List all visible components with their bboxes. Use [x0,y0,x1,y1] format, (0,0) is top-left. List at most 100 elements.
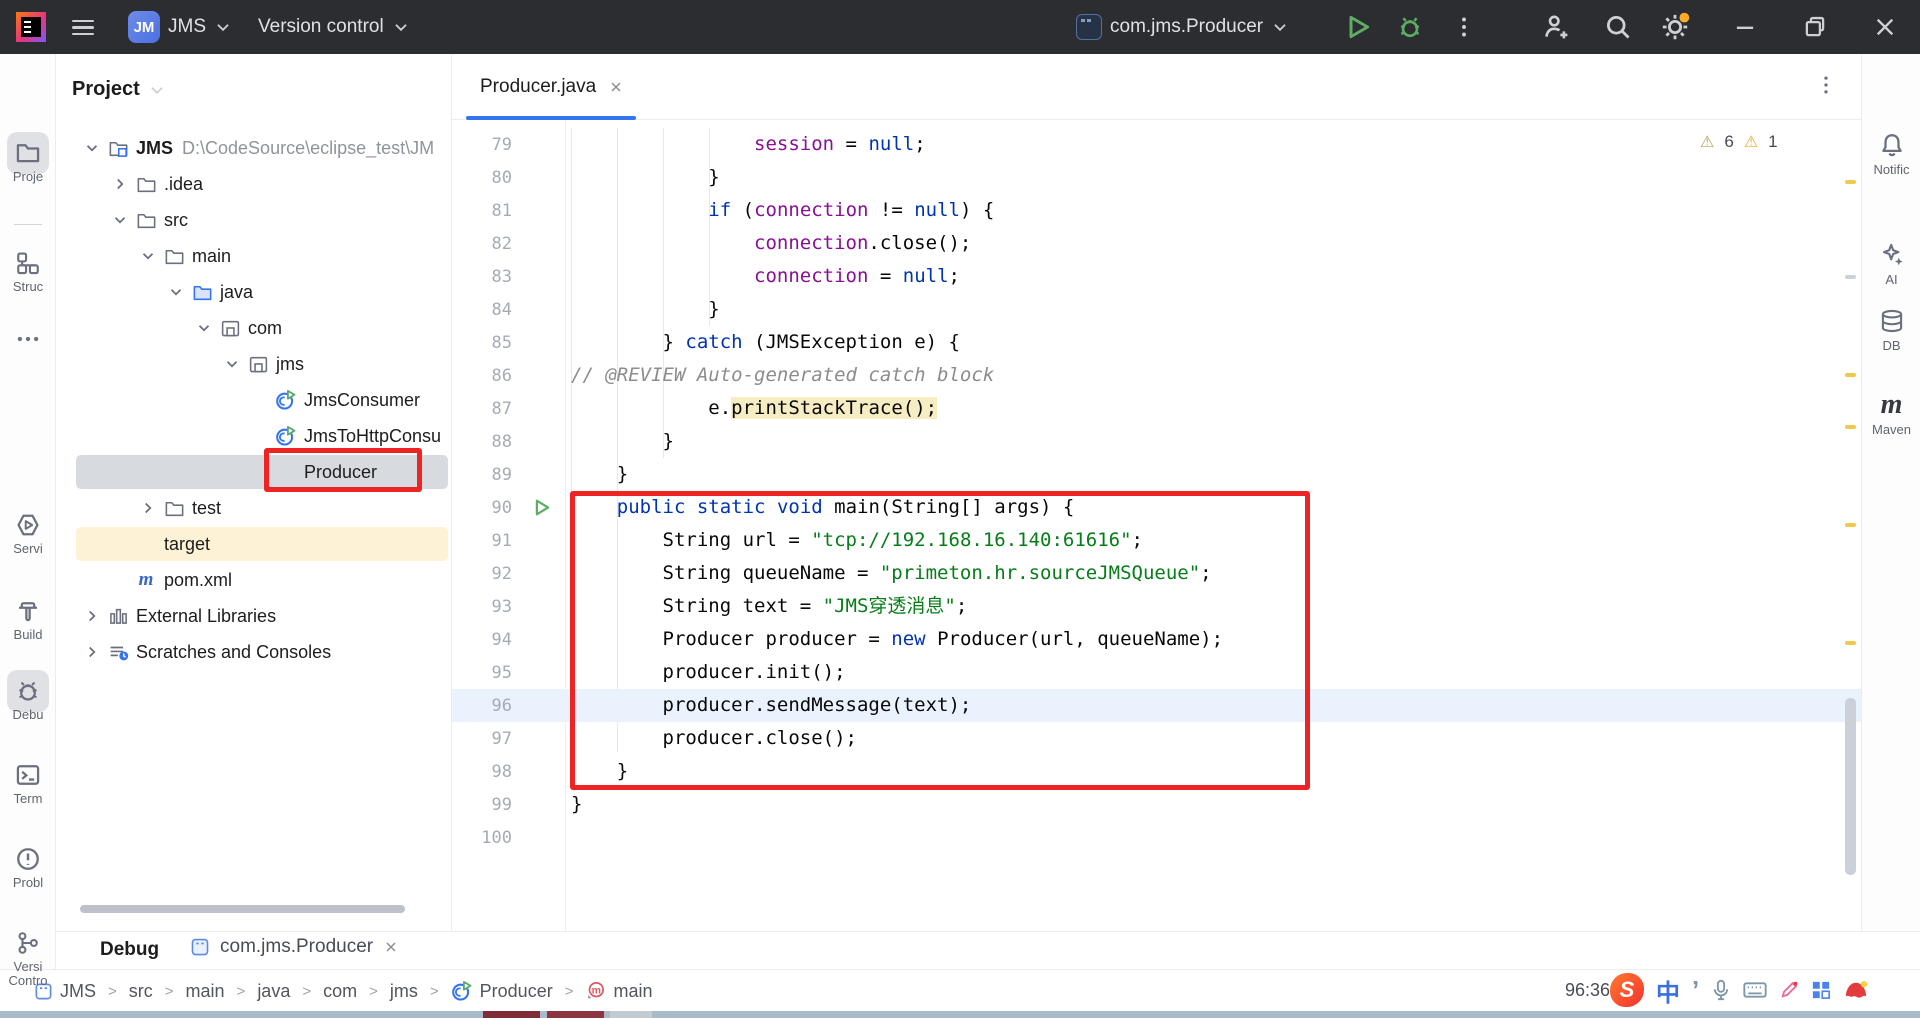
breadcrumb-com[interactable]: com [323,981,357,1002]
debug-session-tab[interactable]: com.jms.Producer [190,936,399,958]
keyboard-icon[interactable] [1743,980,1767,1000]
chevron-right-icon[interactable] [82,643,102,661]
code-line-99[interactable]: 99} [452,788,1861,821]
run-button[interactable] [1344,0,1372,54]
breadcrumb-main[interactable]: mmain [585,981,652,1002]
inspection-stripe-mark[interactable] [1845,641,1856,645]
chevron-right-icon[interactable] [110,175,130,193]
ime-grid-icon[interactable] [1811,980,1831,1000]
ime-skin-icon[interactable] [1843,979,1869,1001]
breadcrumb-main[interactable]: main [186,981,225,1002]
stripe-item-project[interactable]: Proje [0,140,56,184]
inspection-stripe-mark[interactable] [1845,373,1856,377]
stripe-item-build[interactable]: Build [0,598,56,642]
ime-mode-chinese[interactable]: 中 [1656,973,1680,1008]
code-with-me-button[interactable] [1542,0,1570,54]
editor-vertical-scrollbar[interactable] [1845,698,1856,875]
inspections-widget[interactable]: ⚠6 ⚠1 [1700,132,1798,152]
close-tab-icon[interactable] [383,939,399,955]
jetbrains-logo-icon[interactable] [16,0,46,54]
run-gutter-icon[interactable] [512,497,571,518]
code-line-87[interactable]: 87 e.printStackTrace(); [452,392,1861,425]
stripe-item-services[interactable]: Servi [0,512,56,556]
tree-item-pom-xml[interactable]: mpom.xml [56,562,452,598]
code-line-88[interactable]: 88 } [452,425,1861,458]
code-line-91[interactable]: 91 String url = "tcp://192.168.16.140:61… [452,524,1861,557]
stripe-item-terminal[interactable]: Term [0,762,56,806]
code-line-98[interactable]: 98 } [452,755,1861,788]
close-tab-icon[interactable] [608,79,624,95]
inspection-stripe-mark[interactable] [1845,180,1856,184]
main-menu-icon[interactable] [72,0,94,54]
tree-item-jmstohttpconsu[interactable]: JmsToHttpConsu [56,418,452,454]
inspection-stripe-mark[interactable] [1845,523,1856,527]
tree-item-com[interactable]: com [56,310,452,346]
stripe-item-more[interactable] [0,326,56,352]
code-line-79[interactable]: 79 session = null; [452,128,1861,161]
code-line-82[interactable]: 82 connection.close(); [452,227,1861,260]
code-line-95[interactable]: 95 producer.init(); [452,656,1861,689]
chevron-right-icon[interactable] [138,499,158,517]
tree-item-scratches-and-consoles[interactable]: Scratches and Consoles [56,634,452,670]
microphone-icon[interactable] [1711,979,1731,1001]
search-everywhere-button[interactable] [1604,0,1632,54]
code-line-90[interactable]: 90 public static void main(String[] args… [452,491,1861,524]
tree-item--idea[interactable]: .idea [56,166,452,202]
tree-item-target[interactable]: target [56,526,452,562]
code-line-100[interactable]: 100 [452,821,1861,854]
project-panel-header[interactable]: Project [72,78,166,101]
code-line-97[interactable]: 97 producer.close(); [452,722,1861,755]
code-line-84[interactable]: 84 } [452,293,1861,326]
settings-button[interactable] [1660,0,1690,54]
tree-item-jms[interactable]: jms [56,346,452,382]
window-restore-button[interactable] [1802,0,1828,54]
code-line-86[interactable]: 86// @REVIEW Auto-generated catch block [452,359,1861,392]
chevron-down-icon[interactable] [194,319,214,337]
stripe-item-database[interactable]: DB [1862,308,1920,353]
tree-item-main[interactable]: main [56,238,452,274]
run-config-selector[interactable]: com.jms.Producer [1076,0,1289,54]
breadcrumb-producer[interactable]: Producer [451,980,553,1002]
chevron-down-icon[interactable] [222,355,242,373]
more-actions-button[interactable] [1452,0,1476,54]
stripe-item-ai-assistant[interactable]: AI [1862,242,1920,287]
window-minimize-button[interactable] [1732,0,1758,54]
handwriting-icon[interactable] [1779,980,1799,1000]
tree-item-external-libraries[interactable]: External Libraries [56,598,452,634]
inspection-stripe-mark[interactable] [1845,425,1856,429]
tab-producer-java[interactable]: Producer.java [466,54,638,120]
chevron-down-icon[interactable] [82,139,102,157]
code-line-89[interactable]: 89 } [452,458,1861,491]
debug-title[interactable]: Debug [100,939,159,961]
code-area[interactable]: 79 session = null;80 }81 if (connection … [452,120,1861,931]
code-line-83[interactable]: 83 connection = null; [452,260,1861,293]
breadcrumb-java[interactable]: java [257,981,290,1002]
code-line-81[interactable]: 81 if (connection != null) { [452,194,1861,227]
stripe-item-debug[interactable]: Debu [0,678,56,722]
stripe-item-notifications[interactable]: Notific [1862,132,1920,177]
stripe-item-version-control[interactable]: VersiContro [0,930,56,988]
stripe-item-problems[interactable]: Probl [0,846,56,890]
code-line-92[interactable]: 92 String queueName = "primeton.hr.sourc… [452,557,1861,590]
vcs-menu[interactable]: Version control [258,0,410,54]
editor-options-kebab-icon[interactable] [1815,74,1837,96]
tree-item-jmsconsumer[interactable]: JmsConsumer [56,382,452,418]
code-line-94[interactable]: 94 Producer producer = new Producer(url,… [452,623,1861,656]
tree-item-jms[interactable]: JMSD:\CodeSource\eclipse_test\JM [56,130,452,166]
project-widget[interactable]: JM JMS [128,0,232,54]
debug-button[interactable] [1396,0,1424,54]
chevron-down-icon[interactable] [138,247,158,265]
chevron-right-icon[interactable] [82,607,102,625]
inspection-stripe-mark[interactable] [1845,275,1856,279]
caret-position[interactable]: 96:36 [1565,980,1610,1001]
code-line-93[interactable]: 93 String text = "JMS穿透消息"; [452,590,1861,623]
tree-item-java[interactable]: java [56,274,452,310]
stripe-item-maven[interactable]: mMaven [1862,392,1920,437]
ime-punctuation-icon[interactable]: ’ [1692,975,1699,1006]
tree-item-test[interactable]: test [56,490,452,526]
chevron-down-icon[interactable] [166,283,186,301]
breadcrumb-src[interactable]: src [129,981,153,1002]
stripe-item-structure[interactable]: Struc [0,250,56,294]
code-line-80[interactable]: 80 } [452,161,1861,194]
tree-item-producer[interactable]: Producer [56,454,452,490]
